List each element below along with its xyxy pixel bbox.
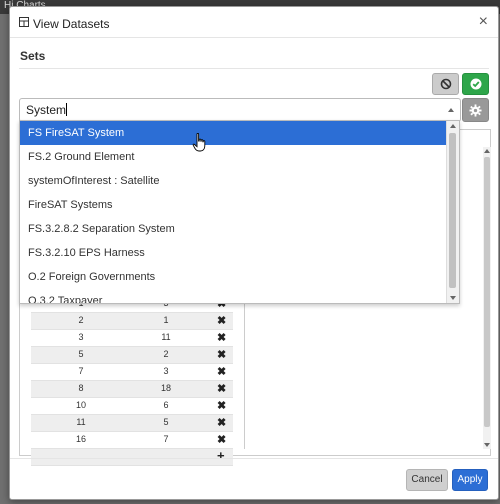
dropdown-item[interactable]: O.2 Foreign Governments	[20, 265, 446, 289]
close-icon[interactable]: ×	[479, 13, 488, 31]
table-row: 7 3 ✖	[31, 364, 233, 381]
chevron-up-icon[interactable]	[448, 108, 454, 112]
detail-scrollbar[interactable]	[483, 147, 491, 449]
scroll-down-icon[interactable]	[484, 443, 490, 447]
dataset-table: 1 3 ✖ 2 1 ✖ 3 11 ✖ 5 2 ✖ 7 3 ✖ 8 18 ✖	[31, 296, 233, 466]
delete-row-icon[interactable]: ✖	[217, 314, 226, 327]
dropdown-item[interactable]: FireSAT Systems	[20, 193, 446, 217]
table-row: 5 2 ✖	[31, 347, 233, 364]
dropdown-item[interactable]: FS.3.2.8.2 Separation System	[20, 217, 446, 241]
hand-pointer-icon	[192, 133, 206, 152]
dropdown-item[interactable]: FS FireSAT System	[20, 121, 446, 145]
view-datasets-dialog: View Datasets × Sets 1 3 ✖ 2 1 ✖	[9, 6, 499, 500]
scroll-up-icon[interactable]	[484, 149, 490, 153]
scroll-down-icon[interactable]	[450, 296, 456, 300]
table-icon	[19, 17, 29, 27]
delete-row-icon[interactable]: ✖	[217, 382, 226, 395]
cancel-button[interactable]: Cancel	[406, 469, 448, 491]
dropdown-scrollbar[interactable]	[446, 121, 459, 303]
delete-row-icon[interactable]: ✖	[217, 433, 226, 446]
table-row: 16 7 ✖	[31, 432, 233, 449]
clear-selection-button[interactable]	[432, 73, 459, 95]
dropdown-item[interactable]: FS.3.2.10 EPS Harness	[20, 241, 446, 265]
dialog-header: View Datasets ×	[10, 7, 498, 38]
dataset-search-combobox[interactable]: System	[19, 98, 461, 122]
dropdown-item[interactable]: FS.2 Ground Element	[20, 145, 446, 169]
table-row: 2 1 ✖	[31, 313, 233, 330]
ban-icon	[440, 78, 451, 90]
scroll-up-icon[interactable]	[450, 124, 456, 128]
table-row: 3 11 ✖	[31, 330, 233, 347]
dataset-dropdown-list: FS FireSAT System FS.2 Ground Element sy…	[19, 120, 460, 304]
delete-row-icon[interactable]: ✖	[217, 399, 226, 412]
delete-row-icon[interactable]: ✖	[217, 416, 226, 429]
delete-row-icon[interactable]: ✖	[217, 348, 226, 361]
footer-divider	[10, 458, 498, 459]
confirm-selection-button[interactable]	[462, 73, 489, 95]
scrollbar-thumb[interactable]	[484, 157, 490, 427]
dropdown-item[interactable]: O.3.2 Taxpayer	[20, 289, 446, 303]
apply-button[interactable]: Apply	[452, 469, 488, 491]
table-row: 10 6 ✖	[31, 398, 233, 415]
search-input[interactable]: System	[26, 103, 68, 117]
settings-button[interactable]	[462, 98, 489, 122]
check-circle-icon	[470, 78, 481, 90]
delete-row-icon[interactable]: ✖	[217, 365, 226, 378]
add-row-icon[interactable]: +	[217, 448, 225, 463]
delete-row-icon[interactable]: ✖	[217, 331, 226, 344]
sets-label: Sets	[20, 49, 46, 63]
divider	[19, 68, 489, 69]
dialog-title: View Datasets	[33, 17, 110, 31]
scrollbar-thumb[interactable]	[449, 133, 456, 288]
table-row: 8 18 ✖	[31, 381, 233, 398]
gear-icon	[469, 103, 482, 117]
dropdown-item[interactable]: systemOfInterest : Satellite	[20, 169, 446, 193]
table-row: 11 5 ✖	[31, 415, 233, 432]
